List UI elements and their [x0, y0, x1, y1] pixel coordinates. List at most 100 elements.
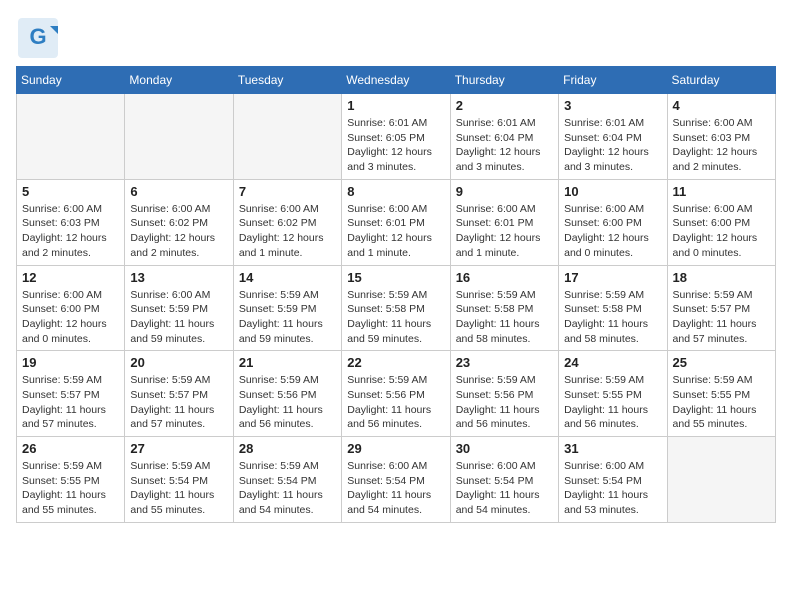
day-info: Sunrise: 6:00 AM Sunset: 6:00 PM Dayligh… — [673, 202, 770, 261]
calendar-week-5: 26 Sunrise: 5:59 AM Sunset: 5:55 PM Dayli… — [17, 437, 776, 523]
day-number: 31 — [564, 441, 661, 456]
day-number: 17 — [564, 270, 661, 285]
calendar-day: 7Sunrise: 6:00 AM Sunset: 6:02 PM Daylig… — [233, 179, 341, 265]
page-header: G — [16, 16, 776, 56]
day-number: 26 — [22, 441, 119, 456]
calendar-day — [125, 94, 233, 180]
calendar-day: 22Sunrise: 5:59 AM Sunset: 5:56 PM Dayli… — [342, 351, 450, 437]
day-number: 20 — [130, 355, 227, 370]
day-info: Sunrise: 6:01 AM Sunset: 6:04 PM Dayligh… — [564, 116, 661, 175]
calendar-day: 3 Sunrise: 6:01 AM Sunset: 6:04 PM Daylig… — [559, 94, 667, 180]
logo: G — [16, 16, 60, 56]
calendar-day: 28 Sunrise: 5:59 AM Sunset: 5:54 PM Dayli… — [233, 437, 341, 523]
day-number: 12 — [22, 270, 119, 285]
day-number: 15 — [347, 270, 444, 285]
weekday-header-tuesday: Tuesday — [233, 67, 341, 94]
weekday-header-sunday: Sunday — [17, 67, 125, 94]
day-number: 4 — [673, 98, 770, 113]
day-info: Sunrise: 5:59 AM Sunset: 5:58 PM Dayligh… — [456, 288, 553, 347]
calendar-day: 27 Sunrise: 5:59 AM Sunset: 5:54 PM Dayli… — [125, 437, 233, 523]
calendar-day: 26 Sunrise: 5:59 AM Sunset: 5:55 PM Dayli… — [17, 437, 125, 523]
weekday-header-wednesday: Wednesday — [342, 67, 450, 94]
svg-text:G: G — [29, 24, 46, 49]
day-number: 22 — [347, 355, 444, 370]
day-info: Sunrise: 5:59 AM Sunset: 5:59 PM Dayligh… — [239, 288, 336, 347]
calendar-day: 13 Sunrise: 6:00 AM Sunset: 5:59 PM Dayli… — [125, 265, 233, 351]
calendar-day: 10 Sunrise: 6:00 AM Sunset: 6:00 PM Dayli… — [559, 179, 667, 265]
calendar-day: 12 Sunrise: 6:00 AM Sunset: 6:00 PM Dayli… — [17, 265, 125, 351]
day-number: 30 — [456, 441, 553, 456]
calendar-day: 29 Sunrise: 6:00 AM Sunset: 5:54 PM Dayli… — [342, 437, 450, 523]
calendar-day: 24 Sunrise: 5:59 AM Sunset: 5:55 PM Dayli… — [559, 351, 667, 437]
day-number: 19 — [22, 355, 119, 370]
calendar-day: 2 Sunrise: 6:01 AM Sunset: 6:04 PM Daylig… — [450, 94, 558, 180]
day-info: Sunrise: 5:59 AM Sunset: 5:56 PM Dayligh… — [239, 373, 336, 432]
day-info: Sunrise: 5:59 AM Sunset: 5:58 PM Dayligh… — [347, 288, 444, 347]
day-info: Sunrise: 5:59 AM Sunset: 5:55 PM Dayligh… — [673, 373, 770, 432]
weekday-header-saturday: Saturday — [667, 67, 775, 94]
day-info: Sunrise: 6:00 AM Sunset: 6:01 PM Dayligh… — [347, 202, 444, 261]
day-number: 21 — [239, 355, 336, 370]
day-info: Sunrise: 5:59 AM Sunset: 5:55 PM Dayligh… — [22, 459, 119, 518]
day-number: 24 — [564, 355, 661, 370]
calendar-day: 30 Sunrise: 6:00 AM Sunset: 5:54 PM Dayli… — [450, 437, 558, 523]
day-info: Sunrise: 6:00 AM Sunset: 6:02 PM Dayligh… — [239, 202, 336, 261]
day-info: Sunrise: 6:00 AM Sunset: 5:54 PM Dayligh… — [347, 459, 444, 518]
calendar-day: 5 Sunrise: 6:00 AM Sunset: 6:03 PM Daylig… — [17, 179, 125, 265]
day-number: 27 — [130, 441, 227, 456]
day-info: Sunrise: 6:00 AM Sunset: 6:03 PM Dayligh… — [673, 116, 770, 175]
day-number: 13 — [130, 270, 227, 285]
calendar-day: 16 Sunrise: 5:59 AM Sunset: 5:58 PM Dayli… — [450, 265, 558, 351]
weekday-header-friday: Friday — [559, 67, 667, 94]
calendar-day: 21 Sunrise: 5:59 AM Sunset: 5:56 PM Dayli… — [233, 351, 341, 437]
calendar-day: 14 Sunrise: 5:59 AM Sunset: 5:59 PM Dayli… — [233, 265, 341, 351]
calendar-day: 31 Sunrise: 6:00 AM Sunset: 5:54 PM Dayli… — [559, 437, 667, 523]
day-number: 2 — [456, 98, 553, 113]
day-info: Sunrise: 5:59 AM Sunset: 5:55 PM Dayligh… — [564, 373, 661, 432]
day-number: 16 — [456, 270, 553, 285]
calendar-day: 20Sunrise: 5:59 AM Sunset: 5:57 PM Dayli… — [125, 351, 233, 437]
day-info: Sunrise: 5:59 AM Sunset: 5:57 PM Dayligh… — [673, 288, 770, 347]
day-number: 5 — [22, 184, 119, 199]
calendar-week-2: 5 Sunrise: 6:00 AM Sunset: 6:03 PM Daylig… — [17, 179, 776, 265]
day-number: 28 — [239, 441, 336, 456]
calendar-day: 9Sunrise: 6:00 AM Sunset: 6:01 PM Daylig… — [450, 179, 558, 265]
day-info: Sunrise: 6:00 AM Sunset: 6:00 PM Dayligh… — [22, 288, 119, 347]
weekday-header-thursday: Thursday — [450, 67, 558, 94]
day-info: Sunrise: 6:00 AM Sunset: 6:03 PM Dayligh… — [22, 202, 119, 261]
day-info: Sunrise: 5:59 AM Sunset: 5:57 PM Dayligh… — [22, 373, 119, 432]
day-info: Sunrise: 6:00 AM Sunset: 6:01 PM Dayligh… — [456, 202, 553, 261]
day-number: 1 — [347, 98, 444, 113]
calendar-day: 8 Sunrise: 6:00 AM Sunset: 6:01 PM Daylig… — [342, 179, 450, 265]
day-info: Sunrise: 6:01 AM Sunset: 6:05 PM Dayligh… — [347, 116, 444, 175]
calendar-day: 6Sunrise: 6:00 AM Sunset: 6:02 PM Daylig… — [125, 179, 233, 265]
calendar-table: SundayMondayTuesdayWednesdayThursdayFrid… — [16, 66, 776, 523]
day-number: 8 — [347, 184, 444, 199]
day-info: Sunrise: 6:00 AM Sunset: 5:59 PM Dayligh… — [130, 288, 227, 347]
day-info: Sunrise: 6:01 AM Sunset: 6:04 PM Dayligh… — [456, 116, 553, 175]
day-info: Sunrise: 5:59 AM Sunset: 5:56 PM Dayligh… — [456, 373, 553, 432]
calendar-day: 25 Sunrise: 5:59 AM Sunset: 5:55 PM Dayli… — [667, 351, 775, 437]
day-info: Sunrise: 6:00 AM Sunset: 5:54 PM Dayligh… — [564, 459, 661, 518]
calendar-day: 4 Sunrise: 6:00 AM Sunset: 6:03 PM Daylig… — [667, 94, 775, 180]
day-info: Sunrise: 5:59 AM Sunset: 5:54 PM Dayligh… — [239, 459, 336, 518]
day-info: Sunrise: 5:59 AM Sunset: 5:54 PM Dayligh… — [130, 459, 227, 518]
day-info: Sunrise: 6:00 AM Sunset: 5:54 PM Dayligh… — [456, 459, 553, 518]
calendar-day — [17, 94, 125, 180]
calendar-day: 23Sunrise: 5:59 AM Sunset: 5:56 PM Dayli… — [450, 351, 558, 437]
day-number: 10 — [564, 184, 661, 199]
weekday-header-row: SundayMondayTuesdayWednesdayThursdayFrid… — [17, 67, 776, 94]
calendar-day: 19 Sunrise: 5:59 AM Sunset: 5:57 PM Dayli… — [17, 351, 125, 437]
day-number: 3 — [564, 98, 661, 113]
day-number: 29 — [347, 441, 444, 456]
calendar-week-4: 19 Sunrise: 5:59 AM Sunset: 5:57 PM Dayli… — [17, 351, 776, 437]
calendar-week-3: 12 Sunrise: 6:00 AM Sunset: 6:00 PM Dayli… — [17, 265, 776, 351]
day-number: 14 — [239, 270, 336, 285]
day-info: Sunrise: 6:00 AM Sunset: 6:00 PM Dayligh… — [564, 202, 661, 261]
day-number: 18 — [673, 270, 770, 285]
calendar-week-1: 1 Sunrise: 6:01 AM Sunset: 6:05 PM Daylig… — [17, 94, 776, 180]
day-number: 11 — [673, 184, 770, 199]
day-info: Sunrise: 5:59 AM Sunset: 5:58 PM Dayligh… — [564, 288, 661, 347]
day-info: Sunrise: 6:00 AM Sunset: 6:02 PM Dayligh… — [130, 202, 227, 261]
day-number: 25 — [673, 355, 770, 370]
